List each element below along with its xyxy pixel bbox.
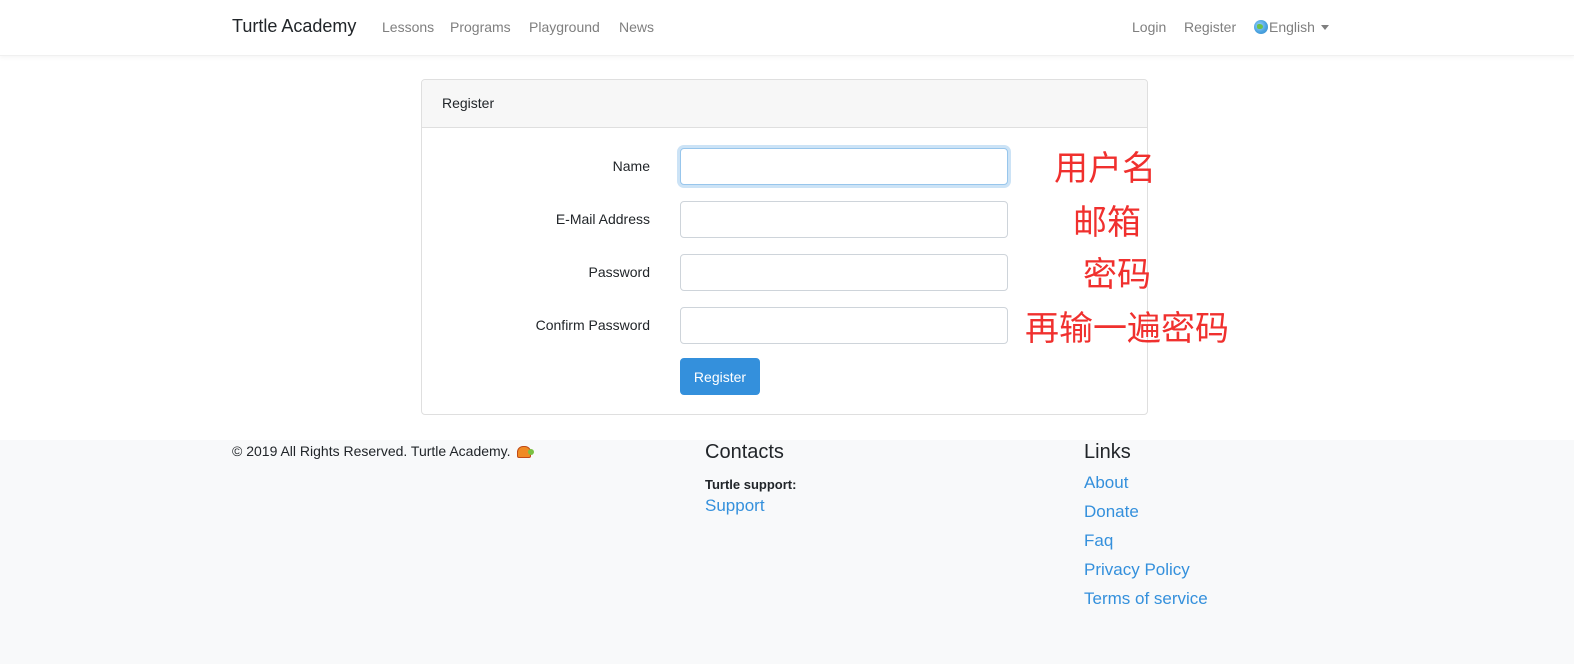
annotation-name: 用户名 xyxy=(1054,149,1156,189)
language-dropdown[interactable]: English xyxy=(1254,19,1329,35)
nav-lessons[interactable]: Lessons xyxy=(382,19,434,35)
footer: © 2019 All Rights Reserved. Turtle Acade… xyxy=(0,440,1574,664)
links-heading: Links xyxy=(1084,441,1131,463)
contacts-heading: Contacts xyxy=(705,441,784,463)
link-about[interactable]: About xyxy=(1084,473,1128,493)
name-input[interactable] xyxy=(680,148,1008,185)
copyright: © 2019 All Rights Reserved. Turtle Acade… xyxy=(232,443,534,459)
support-label: Turtle support: xyxy=(705,477,797,492)
link-faq[interactable]: Faq xyxy=(1084,531,1113,551)
annotation-password: 密码 xyxy=(1083,255,1151,295)
link-privacy-policy[interactable]: Privacy Policy xyxy=(1084,560,1190,580)
email-label: E-Mail Address xyxy=(555,211,650,227)
nav-register[interactable]: Register xyxy=(1184,19,1236,35)
email-input[interactable] xyxy=(680,201,1008,238)
confirm-password-input[interactable] xyxy=(680,307,1008,344)
globe-icon xyxy=(1254,20,1268,34)
turtle-logo-icon xyxy=(516,444,534,458)
support-link[interactable]: Support xyxy=(705,496,765,516)
nav-playground[interactable]: Playground xyxy=(529,19,600,35)
top-navbar: Turtle Academy Lessons Programs Playgrou… xyxy=(0,0,1574,56)
nav-programs[interactable]: Programs xyxy=(450,19,511,35)
copyright-text: © 2019 All Rights Reserved. Turtle Acade… xyxy=(232,443,511,459)
register-card: Register Name E-Mail Address Password Co… xyxy=(421,79,1148,415)
register-button[interactable]: Register xyxy=(680,358,760,395)
nav-login[interactable]: Login xyxy=(1132,19,1166,35)
name-label: Name xyxy=(612,158,650,174)
link-terms-of-service[interactable]: Terms of service xyxy=(1084,589,1208,609)
card-header: Register xyxy=(422,80,1147,128)
confirm-password-label: Confirm Password xyxy=(535,317,650,333)
brand-link[interactable]: Turtle Academy xyxy=(232,16,356,37)
nav-news[interactable]: News xyxy=(619,19,654,35)
caret-down-icon xyxy=(1320,24,1329,30)
annotation-confirm: 再输一遍密码 xyxy=(1025,309,1229,349)
language-label: English xyxy=(1269,19,1315,35)
password-label: Password xyxy=(588,264,650,280)
link-donate[interactable]: Donate xyxy=(1084,502,1139,522)
annotation-email: 邮箱 xyxy=(1073,203,1141,243)
password-input[interactable] xyxy=(680,254,1008,291)
